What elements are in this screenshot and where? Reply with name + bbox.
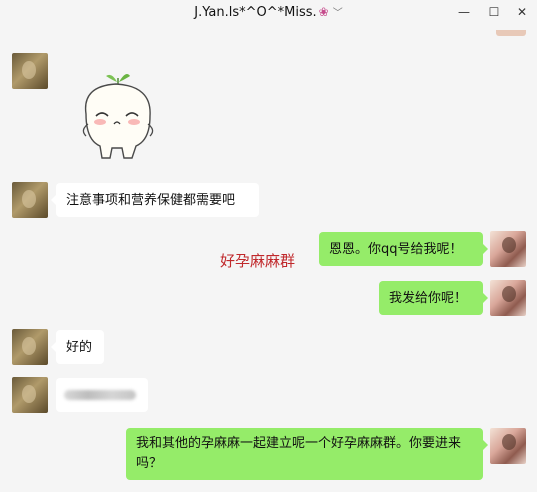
sprout-bun-sticker[interactable] [72,64,164,162]
outgoing-message[interactable]: 我发给你呢！ [379,281,488,315]
message-text: 好的 [66,340,93,355]
avatar[interactable] [490,428,526,464]
outgoing-message[interactable]: 我和其他的孕麻麻一起建立呢一个好孕麻麻群。你要进来吗？ [126,428,488,480]
avatar[interactable] [490,231,526,267]
title-bar: J.Yan.ls*^O^*Miss. ❀ ﹀ — ☐ ✕ [0,0,537,28]
chevron-down-icon[interactable]: ﹀ [333,8,343,19]
outgoing-message[interactable]: 恩恩。你qq号给我呢！ [319,232,488,266]
flower-icon: ❀ [318,5,329,19]
watermark-text: 好孕麻麻群 [220,252,296,270]
sticker-image [82,74,154,159]
avatar[interactable] [490,280,526,316]
redacted-content [64,390,136,400]
avatar-partial [496,30,526,36]
avatar[interactable] [12,329,48,365]
incoming-message[interactable]: 好的 [51,330,104,364]
message-text: 恩恩。你qq号给我呢！ [329,242,463,257]
message-text: 注意事项和营养保健都需要吧 [66,193,236,208]
close-button[interactable]: ✕ [510,2,534,22]
blurred-message[interactable] [56,378,148,412]
message-text: 我发给你呢！ [389,291,468,306]
avatar[interactable] [12,377,48,413]
avatar[interactable] [12,53,48,89]
message-text: 我和其他的孕麻麻一起建立呢一个好孕麻麻群。你要进来吗？ [136,436,462,471]
chat-title-text: J.Yan.ls*^O^*Miss. [194,5,317,20]
incoming-message[interactable]: 注意事项和营养保健都需要吧 [51,183,259,217]
avatar[interactable] [12,182,48,218]
maximize-button[interactable]: ☐ [482,2,506,22]
minimize-button[interactable]: — [452,2,476,22]
